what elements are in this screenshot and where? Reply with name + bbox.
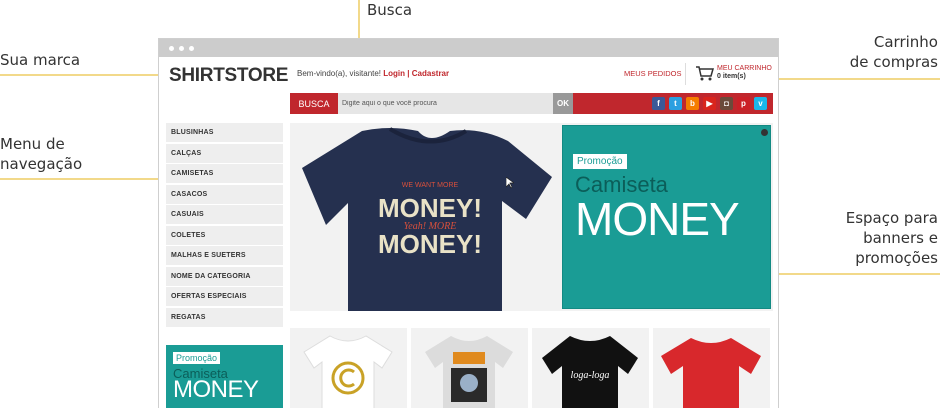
sidebar-promo-line2: MONEY: [173, 376, 259, 403]
window-dot: [189, 45, 194, 51]
grey-tshirt-image: [425, 336, 513, 408]
store-header: SHIRTSTORE Bem-vindo(a), visitante! Logi…: [159, 57, 778, 92]
vimeo-icon[interactable]: v: [754, 97, 767, 110]
window-dot: [179, 45, 184, 51]
window-dot: [169, 45, 174, 51]
banner-callout: Espaço para banners e promoções: [846, 208, 938, 268]
browser-window: SHIRTSTORE Bem-vindo(a), visitante! Logi…: [158, 38, 779, 408]
banner-callout-line3: promoções: [855, 249, 938, 267]
cart-callout: Carrinho de compras: [850, 32, 938, 72]
hero-banner[interactable]: WE WANT MORE MONEY! Yeah! MORE MONEY! Pr…: [290, 123, 773, 311]
link-divider: |: [407, 69, 410, 78]
shirt-text-line2: MONEY!: [378, 229, 482, 259]
search-label: BUSCA: [298, 98, 330, 109]
twitter-icon[interactable]: t: [669, 97, 682, 110]
sidebar-promo-banner[interactable]: Promoção Camiseta MONEY: [166, 345, 283, 408]
annotated-screenshot: Sua marca Busca Menu de navegação Carrin…: [0, 0, 940, 408]
red-tshirt-image: [661, 338, 761, 408]
blogger-icon[interactable]: b: [686, 97, 699, 110]
brand-callout: Sua marca: [0, 51, 81, 69]
navy-tshirt-image: WE WANT MORE MONEY! Yeah! MORE MONEY!: [302, 127, 552, 311]
search-bar: BUSCA OK ftb ▶ ◘ pv: [290, 93, 773, 114]
brand-leader: [0, 74, 162, 76]
nav-item[interactable]: CAMISETAS: [166, 164, 283, 183]
category-menu: BLUSINHAS CALÇAS CAMISETAS CASACOS CASUAIS CO…: [166, 123, 283, 328]
my-orders-link[interactable]: MEUS PEDIDOS: [624, 69, 682, 78]
store-logo[interactable]: SHIRTSTORE: [169, 65, 288, 87]
search-ok-button[interactable]: OK: [553, 93, 573, 114]
cart-icon[interactable]: [695, 65, 715, 81]
browser-titlebar: [159, 39, 778, 57]
nav-item[interactable]: MALHAS E SUETERS: [166, 246, 283, 265]
banner-promo-line2: MONEY: [575, 193, 740, 245]
register-link[interactable]: Cadastrar: [412, 69, 449, 78]
product-card[interactable]: [290, 328, 407, 408]
pinterest-icon[interactable]: p: [737, 97, 750, 110]
nav-item[interactable]: NOME DA CATEGORIA: [166, 266, 283, 286]
banner-promo-tag: Promoção: [573, 154, 627, 169]
cart-item-count: 0 item(s): [717, 73, 746, 80]
social-links: f t b ▶ ◘ p v: [652, 97, 767, 110]
banner-slider-dot[interactable]: [761, 129, 768, 136]
youtube-icon[interactable]: ▶: [703, 97, 716, 110]
banner-callout-line1: Espaço para: [845, 209, 938, 227]
mouse-cursor-icon: [506, 177, 514, 189]
shirt3-text: loga-loga: [571, 370, 610, 381]
nav-leader: [0, 178, 178, 180]
nav-callout: Menu de navegação: [0, 134, 82, 174]
shirt-text-line1: MONEY!: [378, 193, 482, 223]
product-card[interactable]: [653, 328, 770, 408]
product-card[interactable]: loga-loga: [532, 328, 649, 408]
cart-callout-line2: de compras: [849, 53, 938, 71]
header-divider: [685, 63, 686, 85]
nav-item[interactable]: REGATAS: [166, 307, 283, 327]
nav-callout-line2: navegação: [0, 155, 83, 173]
banner-promo-panel: Promoção Camiseta MONEY: [562, 125, 771, 309]
sidebar-promo-panel: Promoção Camiseta MONEY: [169, 348, 280, 408]
facebook-icon[interactable]: f: [652, 97, 665, 110]
instagram-icon[interactable]: ◘: [720, 97, 733, 110]
sidebar-promo-tag: Promoção: [173, 352, 221, 364]
cart-leader: [762, 78, 940, 80]
welcome-message: Bem-vindo(a), visitante!: [297, 69, 382, 78]
nav-item[interactable]: CALÇAS: [166, 143, 283, 163]
cart-label[interactable]: MEU CARRINHO: [717, 65, 772, 73]
welcome-text: Bem-vindo(a), visitante! Login | Cadastr…: [297, 69, 449, 78]
search-callout: Busca: [367, 1, 413, 19]
shirt-text-top: WE WANT MORE: [402, 182, 459, 189]
product-grid: loga-loga: [290, 328, 770, 408]
nav-item[interactable]: OFERTAS ESPECIAIS: [166, 287, 283, 306]
black-tshirt-image: loga-loga: [542, 336, 638, 408]
banner-callout-line2: banners e: [863, 229, 938, 247]
nav-item[interactable]: CASUAIS: [166, 205, 283, 224]
nav-callout-line1: Menu de: [0, 135, 65, 153]
product-card[interactable]: [411, 328, 528, 408]
login-link[interactable]: Login: [383, 69, 405, 78]
white-tshirt-image: [303, 335, 393, 408]
nav-item[interactable]: BLUSINHAS: [166, 123, 283, 142]
search-input[interactable]: [338, 93, 553, 114]
nav-item[interactable]: COLETES: [166, 225, 283, 245]
cart-callout-line1: Carrinho: [873, 33, 938, 51]
nav-item[interactable]: CASACOS: [166, 184, 283, 204]
